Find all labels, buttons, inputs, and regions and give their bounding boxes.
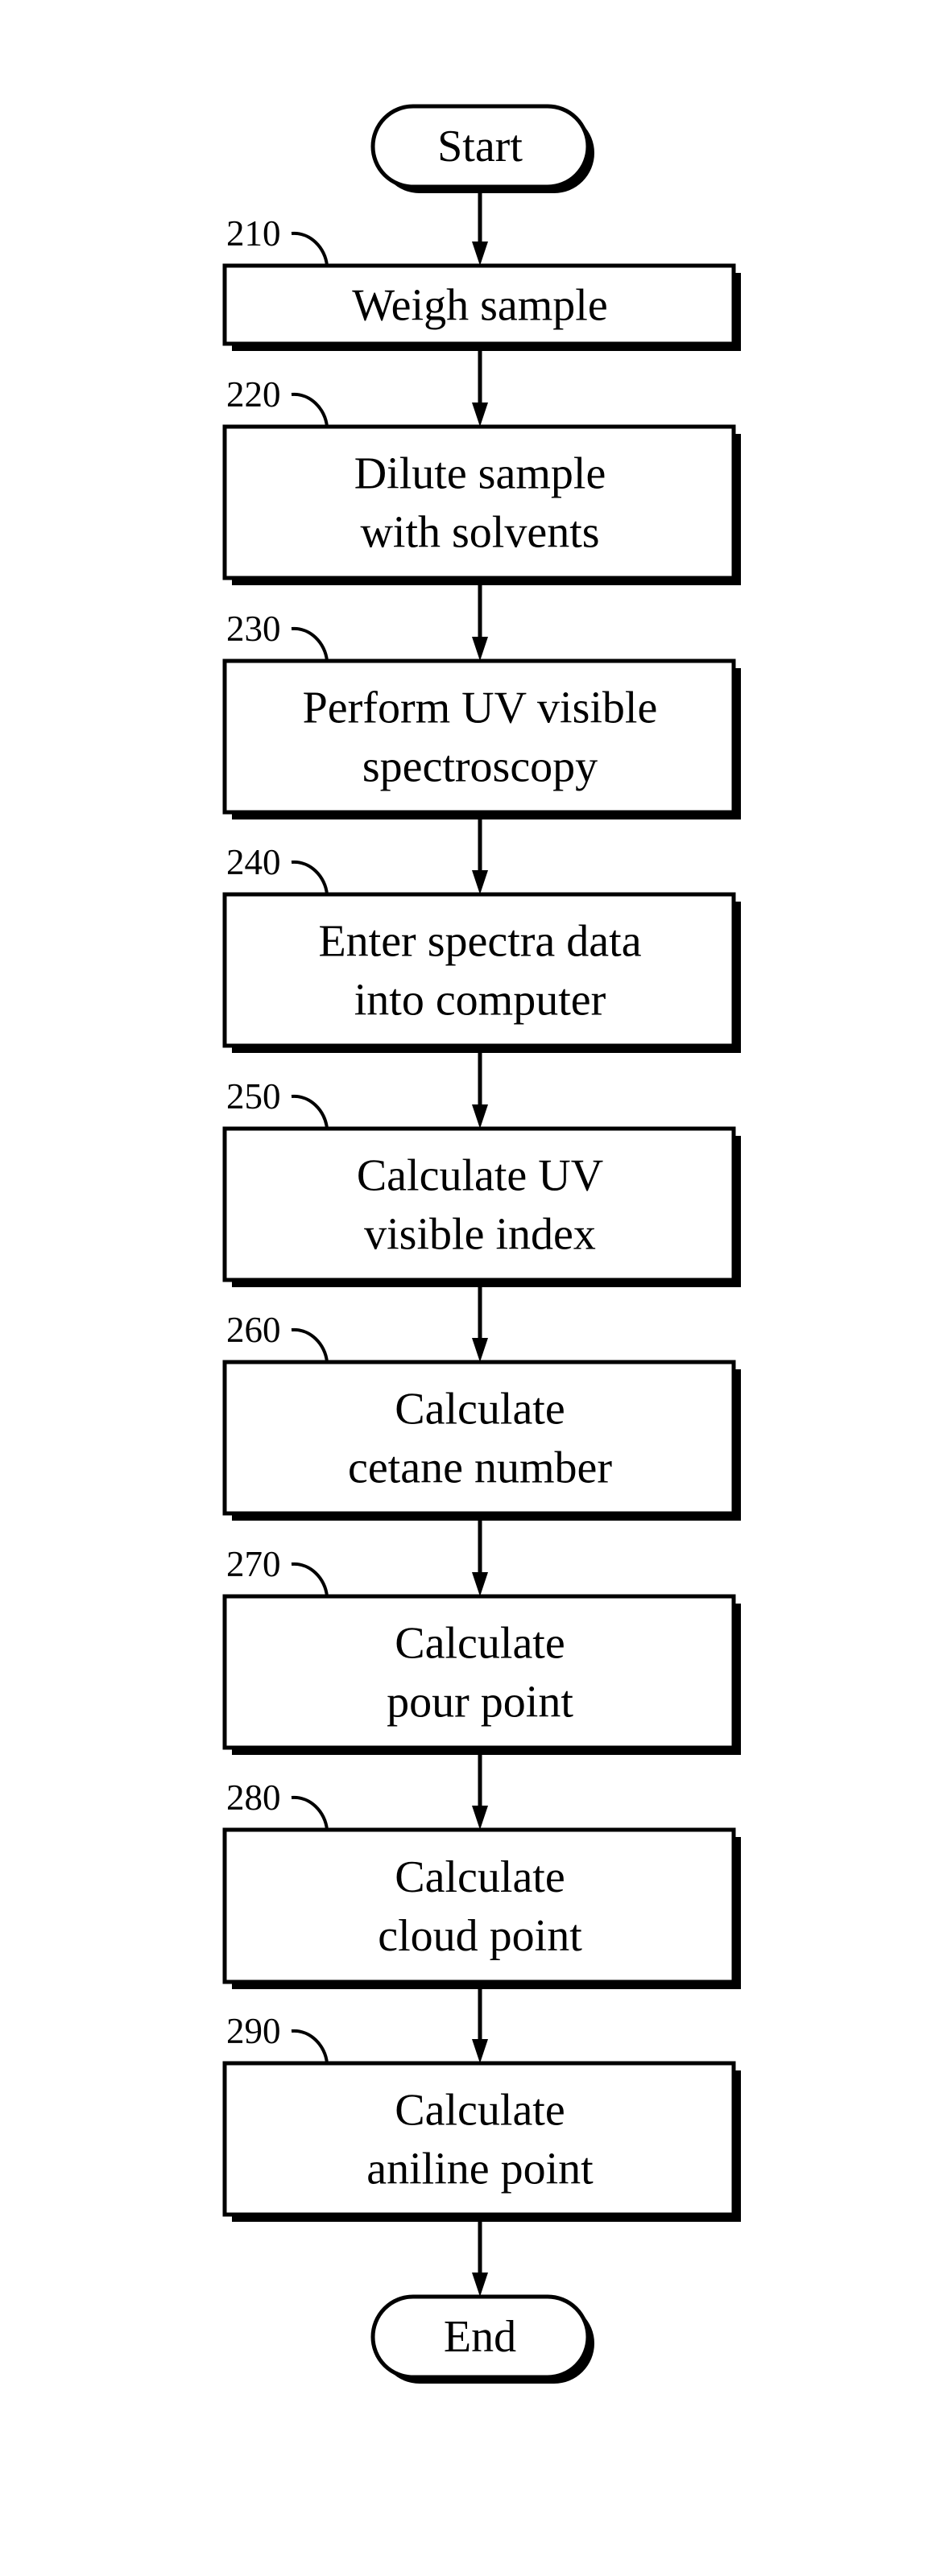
flow-arrow [472, 1984, 488, 2063]
arrowhead-icon [472, 402, 488, 427]
arrowhead-icon [472, 870, 488, 894]
reference-numeral: 290 [226, 2011, 281, 2051]
flowchart: Start End Weigh sample 210 Dilute sample wi… [222, 104, 741, 2384]
reference-leader-line [291, 231, 329, 266]
process-box-text-line: pour point [387, 1678, 573, 1728]
arrowhead-icon [472, 2039, 488, 2063]
process-box-text-line: into computer [354, 976, 606, 1026]
reference-leader-line [291, 1094, 329, 1129]
process-box-text-line: Calculate UV [357, 1151, 603, 1201]
arrowhead-icon [472, 1806, 488, 1830]
process-box-text-line: Weigh sample [352, 281, 607, 331]
process-box-text-line: Enter spectra data [318, 917, 641, 967]
reference-leader-line [291, 392, 329, 427]
process-box-text-line: visible index [364, 1210, 596, 1260]
flow-arrow [472, 1048, 488, 1129]
flow-arrow [472, 2217, 488, 2297]
flow-arrow [472, 815, 488, 894]
process-box-text-line: Calculate [395, 1385, 565, 1435]
process-box-text-line: aniline point [366, 2145, 594, 2194]
arrowhead-icon [472, 242, 488, 266]
flow-arrow [472, 1516, 488, 1596]
reference-numeral: 250 [226, 1076, 281, 1117]
reference-leader-line [291, 860, 329, 895]
process-box-text-line: cetane number [348, 1443, 612, 1493]
flow-arrow [472, 580, 488, 661]
arrowhead-icon [472, 2273, 488, 2297]
reference-leader-line [291, 1562, 329, 1597]
end-terminal-label: End [444, 2312, 516, 2362]
process-box-text-line: Calculate [395, 2086, 565, 2136]
reference-leader-line [291, 2029, 329, 2064]
process-step-210: Weigh sample 210 [222, 213, 741, 351]
reference-leader-line [291, 1327, 329, 1363]
reference-numeral: 240 [226, 842, 281, 882]
process-box-text-line: spectroscopy [362, 742, 598, 792]
reference-leader-line [291, 1795, 329, 1831]
end-terminal: End [370, 2294, 594, 2384]
flow-arrow [472, 1750, 488, 1830]
arrowhead-icon [472, 637, 488, 661]
reference-numeral: 220 [226, 374, 281, 415]
arrowhead-icon [472, 1104, 488, 1129]
flow-arrow [472, 1282, 488, 1362]
arrowhead-icon [472, 1572, 488, 1596]
process-box-text-line: Calculate [395, 1619, 565, 1669]
arrowhead-icon [472, 1338, 488, 1362]
reference-leader-line [291, 626, 329, 662]
process-box-text-line: Dilute sample [354, 449, 606, 499]
process-box-text-line: Perform UV visible [303, 683, 658, 733]
start-terminal-label: Start [437, 122, 523, 171]
reference-numeral: 230 [226, 609, 281, 649]
flow-arrow [472, 346, 488, 427]
start-terminal: Start [370, 104, 594, 193]
process-box-text-line: with solvents [360, 508, 599, 558]
process-box-text-line: Calculate [395, 1852, 565, 1902]
reference-numeral: 260 [226, 1310, 281, 1350]
flow-arrow [472, 187, 488, 266]
reference-numeral: 270 [226, 1544, 281, 1584]
process-box-text-line: cloud point [378, 1911, 582, 1961]
reference-numeral: 280 [226, 1777, 281, 1818]
reference-numeral: 210 [226, 213, 281, 254]
